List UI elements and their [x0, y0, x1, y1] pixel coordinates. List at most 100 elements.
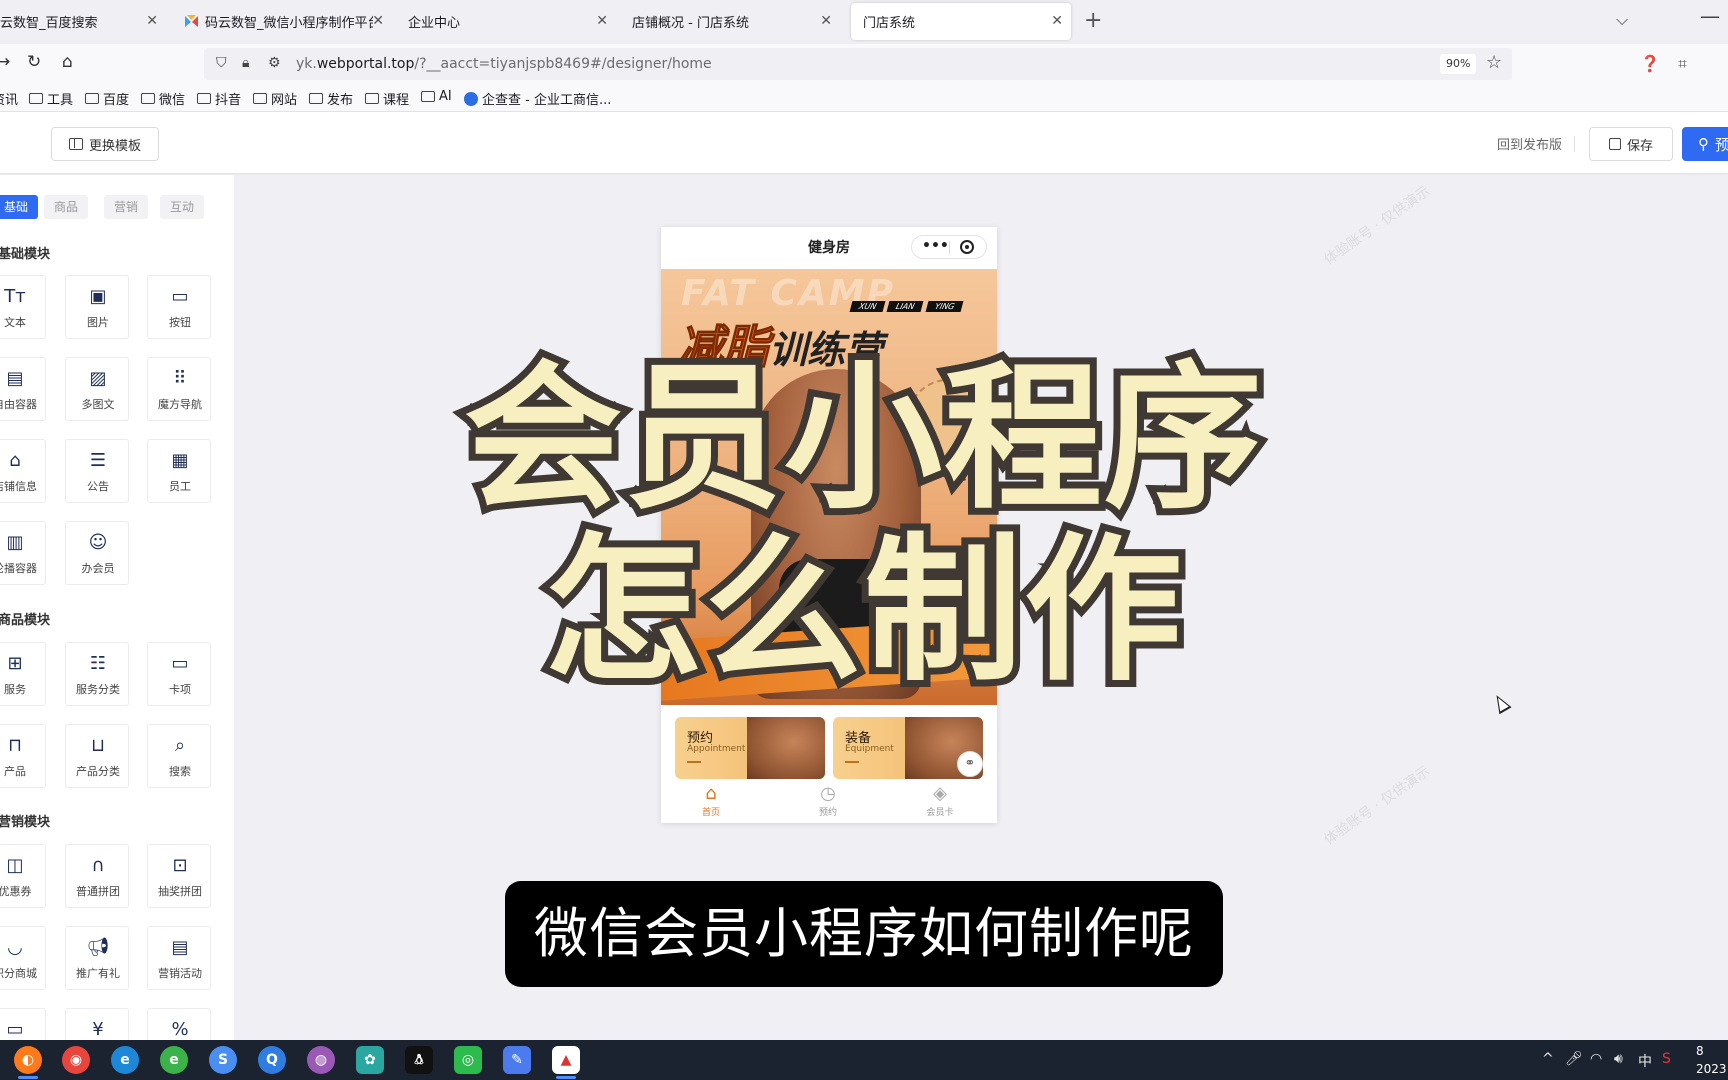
bookmark-label: AI [439, 89, 452, 104]
bookmark-folder[interactable]: 课程 [365, 89, 409, 108]
system-clock[interactable]: 8 2023 [1696, 1042, 1727, 1078]
tab-label: 会员卡 [926, 808, 954, 818]
component-price-tag[interactable]: ¥ [65, 1008, 129, 1040]
browser-nav-bar: → ↻ ⌂ ⛉ 🔒︎ ⚙ yk.webportal.top/?__aacct=t… [0, 44, 1728, 84]
settings-app-icon[interactable]: ✿ [356, 1046, 384, 1074]
chevron-down-icon[interactable]: ⌵ [1616, 10, 1628, 30]
lock-icon[interactable]: 🔒︎ [242, 55, 249, 71]
window-minimize-icon[interactable]: — [1700, 4, 1720, 28]
reload-icon[interactable]: ↻ [27, 52, 41, 72]
new-tab-plus-icon[interactable]: + [1084, 8, 1102, 33]
close-icon[interactable]: ✕ [1051, 13, 1063, 29]
component-product-category[interactable]: ⊔ 产品分类 [65, 724, 129, 788]
browser-tab[interactable]: 企业中心 ✕ [402, 3, 616, 40]
browser-360-icon[interactable]: e [160, 1046, 188, 1074]
component-product[interactable]: ⊓ 产品 [0, 724, 46, 788]
input-method-label[interactable]: 中 [1638, 1051, 1652, 1071]
more-icon[interactable]: ••• [922, 238, 949, 254]
bookmark-folder[interactable]: 百度 [85, 89, 129, 108]
bookmark-site[interactable]: 企查查 - 企业工商信... [464, 89, 611, 108]
component-referral[interactable]: 📢︎ 推广有礼 [65, 926, 129, 990]
component-image[interactable]: ▣ 图片 [65, 275, 129, 339]
wechat-icon[interactable]: ◎ [454, 1046, 482, 1074]
tab-interaction[interactable]: 互动 [160, 195, 205, 219]
folder-icon [309, 93, 323, 104]
component-discount[interactable]: % [147, 1008, 211, 1040]
tab-marketing[interactable]: 营销 [104, 195, 149, 219]
tab-appointment[interactable]: ◷ 预约 [788, 783, 868, 818]
video-icon: ▭ [6, 1019, 24, 1040]
bookmark-folder[interactable]: 抖音 [197, 89, 241, 108]
permissions-icon[interactable]: ⚙ [268, 55, 281, 71]
component-lottery-group[interactable]: ⊡ 抽奖拼团 [147, 844, 211, 908]
component-search[interactable]: ⌕ 搜索 [147, 724, 211, 788]
qq-icon[interactable]: 🐧︎ [405, 1046, 433, 1074]
zoom-level[interactable]: 90% [1440, 54, 1477, 74]
bookmark-folder[interactable]: 资讯 [0, 89, 18, 108]
firefox-icon[interactable]: ◐ [14, 1046, 42, 1079]
extension-icon[interactable]: ❓ [1640, 54, 1660, 73]
edit-app-icon[interactable]: ✎ [503, 1046, 531, 1074]
bookmark-folder[interactable]: 工具 [29, 89, 73, 108]
component-text[interactable]: Tт 文本 [0, 275, 46, 339]
bookmark-label: 微信 [159, 93, 186, 108]
home-icon: ⌂ [705, 783, 717, 804]
qichacha-logo-icon [464, 91, 478, 106]
address-bar[interactable]: ⛉ 🔒︎ ⚙ yk.webportal.top/?__aacct=tiyanjs… [204, 48, 1512, 80]
close-icon[interactable]: ✕ [596, 13, 608, 29]
component-button[interactable]: ▭ 按钮 [147, 275, 211, 339]
close-icon[interactable]: ✕ [372, 13, 384, 29]
forward-arrow-icon[interactable]: → [0, 52, 10, 72]
microphone-icon[interactable]: 🎤︎ [1565, 1051, 1583, 1067]
close-icon[interactable]: ✕ [146, 13, 158, 29]
chevron-up-icon[interactable]: ^ [1542, 1051, 1554, 1067]
sogou-icon[interactable]: S [209, 1046, 237, 1074]
miniprogram-capsule[interactable]: ••• [911, 235, 987, 259]
bookmark-folder[interactable]: 网站 [253, 89, 297, 108]
bookmark-folder[interactable]: 微信 [141, 89, 185, 108]
close-icon[interactable]: ✕ [820, 13, 832, 29]
star-icon[interactable]: ☆ [1486, 52, 1502, 73]
link-icon[interactable]: ⚭ [957, 751, 983, 777]
shield-icon[interactable]: ⛉ [216, 55, 227, 71]
bookmark-folder[interactable]: 发布 [309, 89, 353, 108]
card-accent-bar [845, 761, 859, 763]
colorful-app-icon[interactable]: ◍ [307, 1046, 335, 1074]
preview-button[interactable]: ⚲ 预 [1682, 127, 1728, 161]
back-to-published-link[interactable]: 回到发布版 [1497, 134, 1562, 153]
component-points-mall[interactable]: ◡ 积分商城 [0, 926, 46, 990]
edge-icon[interactable]: e [111, 1046, 139, 1074]
tab-basic[interactable]: 基础 [0, 195, 39, 219]
bookmark-label: 发布 [327, 93, 354, 108]
home-icon[interactable]: ⌂ [62, 52, 73, 72]
bookmark-folder[interactable]: AI [421, 89, 452, 104]
url-text[interactable]: yk.webportal.top/?__aacct=tiyanjspb8469#… [296, 56, 712, 72]
folder-icon [421, 91, 435, 102]
close-circle-icon[interactable] [960, 240, 974, 254]
browser-tab[interactable]: 码云数智_微信小程序制作平台_ ✕ [178, 3, 392, 40]
sogou-input-icon[interactable]: S [1662, 1051, 1671, 1067]
url-domain: webportal.top [316, 56, 415, 72]
appointment-card[interactable]: 预约 Appointment [675, 717, 825, 779]
speaker-icon[interactable]: 🔊︎ [1614, 1051, 1623, 1067]
chrome-icon[interactable]: ◉ [62, 1046, 90, 1074]
qq-browser-icon[interactable]: Q [258, 1046, 286, 1074]
crop-icon[interactable]: ⌗ [1678, 54, 1687, 74]
tab-member-card[interactable]: ◈ 会员卡 [900, 783, 980, 818]
video-subtitle: 微信会员小程序如何制作呢 [505, 881, 1223, 987]
tab-home[interactable]: ⌂ 首页 [671, 783, 751, 818]
change-template-button[interactable]: 更换模板 [51, 127, 159, 161]
save-button[interactable]: 保存 [1589, 127, 1673, 161]
browser-tab-active[interactable]: 门店系统 ✕ [851, 3, 1071, 40]
button-label: 保存 [1626, 138, 1653, 154]
recorder-app-icon[interactable]: ▲ [552, 1046, 580, 1079]
browser-tab[interactable]: 云数智_百度搜索 ✕ [0, 3, 166, 40]
tab-goods[interactable]: 商品 [44, 195, 89, 219]
component-video[interactable]: ▭ [0, 1008, 46, 1040]
component-group-buy[interactable]: ∩ 普通拼团 [65, 844, 129, 908]
component-marketing-activity[interactable]: ▤ 营销活动 [147, 926, 211, 990]
wifi-icon[interactable]: ◠ [1590, 1051, 1602, 1067]
browser-tab[interactable]: 店铺概况 - 门店系统 ✕ [626, 3, 840, 40]
watermark: 体验账号 · 仅供演示 [1321, 183, 1434, 269]
component-coupon[interactable]: ◫ 优惠券 [0, 844, 46, 908]
